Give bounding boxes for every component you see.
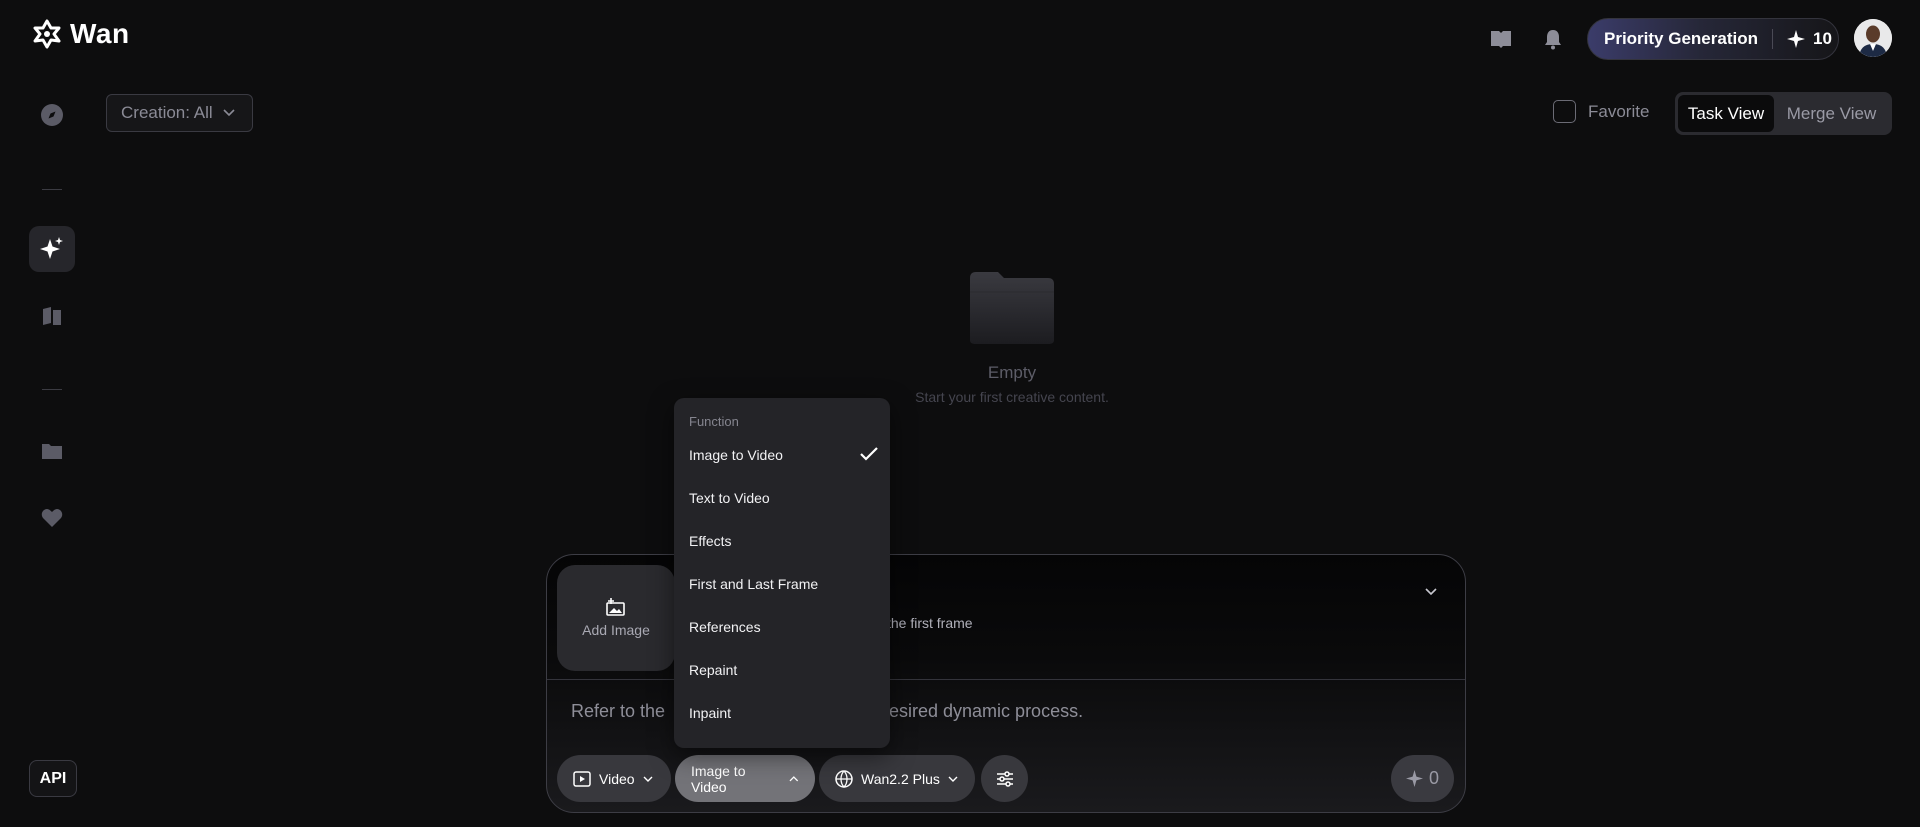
mode-label: Video: [599, 770, 635, 787]
add-image-label: Add Image: [582, 622, 650, 638]
menu-item-effects[interactable]: Effects: [674, 520, 890, 563]
model-select-button[interactable]: Wan2.2 Plus: [819, 755, 975, 802]
sparkle-icon: [1405, 770, 1423, 787]
sidebar-divider: [42, 189, 62, 190]
prompt-input-tail[interactable]: esired dynamic process.: [889, 701, 1083, 722]
function-menu-header: Function: [689, 414, 739, 429]
api-button[interactable]: API: [29, 760, 77, 797]
first-frame-hint: the first frame: [887, 615, 973, 631]
wan-logo[interactable]: Wan: [32, 18, 130, 50]
settings-button[interactable]: [981, 755, 1028, 802]
menu-item-image-to-video[interactable]: Image to Video: [674, 434, 890, 477]
folder-icon[interactable]: [29, 428, 75, 474]
credits-display: 10: [1786, 29, 1832, 49]
favorite-toggle[interactable]: Favorite: [1553, 100, 1649, 123]
checkmark-icon: [860, 447, 878, 461]
chevron-up-icon: [789, 775, 799, 781]
priority-label: Priority Generation: [1604, 29, 1758, 48]
creation-filter-label: Creation: All: [121, 103, 213, 122]
creation-filter-dropdown[interactable]: Creation: All: [106, 94, 253, 132]
add-image-button[interactable]: Add Image: [557, 565, 675, 671]
merge-view-tab[interactable]: Merge View: [1774, 95, 1889, 132]
sidebar-divider: [42, 389, 62, 390]
menu-item-references[interactable]: References: [674, 606, 890, 649]
menu-item-text-to-video[interactable]: Text to Video: [674, 477, 890, 520]
credits-count: 10: [1812, 29, 1832, 48]
sliders-icon: [996, 770, 1013, 787]
model-label: Wan2.2 Plus: [861, 770, 940, 787]
wan-logo-icon: [33, 19, 61, 49]
mode-select-button[interactable]: Video: [557, 755, 671, 802]
explore-compass-icon[interactable]: [29, 92, 75, 138]
create-sparkle-icon[interactable]: [29, 226, 75, 272]
favorite-label: Favorite: [1588, 101, 1650, 121]
function-label: Image to Video: [691, 762, 746, 795]
view-switcher: Task View Merge View: [1675, 92, 1892, 135]
avatar[interactable]: [1854, 19, 1892, 57]
chevron-down-icon: [948, 776, 958, 782]
chevron-down-icon: [223, 109, 235, 117]
task-view-tab[interactable]: Task View: [1678, 95, 1774, 132]
menu-item-inpaint[interactable]: Inpaint: [674, 692, 890, 735]
sparkle-icon: [1786, 30, 1805, 48]
collapse-chevron-icon[interactable]: [1425, 583, 1437, 601]
book-icon[interactable]: [1488, 26, 1514, 52]
globe-icon: [835, 769, 853, 788]
generate-button[interactable]: 0: [1391, 755, 1454, 802]
menu-item-label: Image to Video: [689, 447, 783, 463]
empty-state: Empty Start your first creative content.: [900, 270, 1124, 405]
empty-subtitle: Start your first creative content.: [915, 389, 1109, 405]
empty-folder-icon: [970, 272, 1054, 344]
logo-text: Wan: [70, 18, 130, 49]
heart-icon[interactable]: [29, 495, 75, 541]
menu-item-repaint[interactable]: Repaint: [674, 649, 890, 692]
function-menu: Function Image to Video Text to Video Ef…: [674, 398, 890, 748]
bell-icon[interactable]: [1540, 26, 1566, 52]
chevron-down-icon: [643, 776, 653, 782]
video-icon: [573, 770, 591, 787]
menu-item-first-last-frame[interactable]: First and Last Frame: [674, 563, 890, 606]
priority-generation-button[interactable]: Priority Generation 10: [1587, 18, 1839, 60]
generation-cost: 0: [1428, 768, 1439, 788]
add-image-icon: [606, 598, 625, 616]
favorite-checkbox[interactable]: [1553, 100, 1576, 123]
library-icon[interactable]: [29, 293, 75, 339]
function-select-button[interactable]: Image to Video: [675, 755, 815, 802]
priority-divider: [1771, 29, 1773, 49]
prompt-input[interactable]: Refer to the: [571, 701, 665, 722]
empty-title: Empty: [987, 363, 1037, 382]
